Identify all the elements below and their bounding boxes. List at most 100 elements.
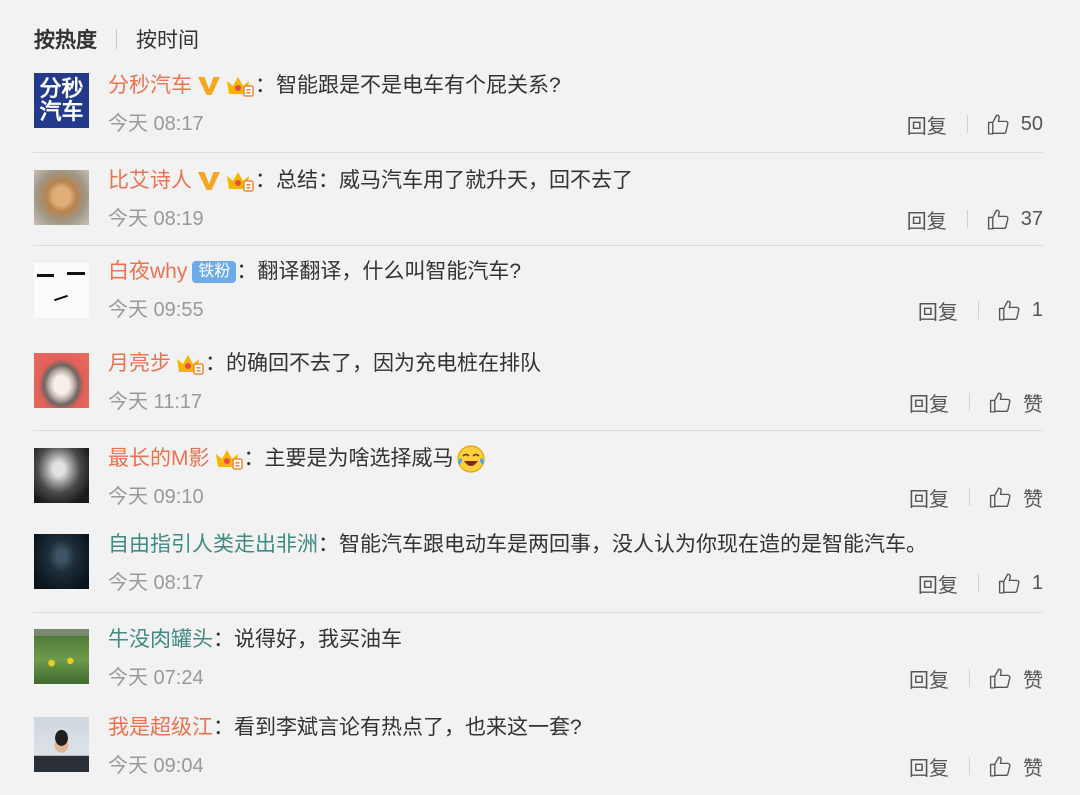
comment-item: 我是超级江 ： 看到李斌言论有热点了，也来这一套? 今天 09:04 回复 赞 (0, 715, 1080, 781)
member-crown-icon[interactable] (175, 352, 205, 376)
tab-sort-by-hot[interactable]: 按热度 (34, 24, 97, 54)
action-divider (977, 574, 979, 592)
verified-v-icon (197, 75, 221, 97)
like-button[interactable]: 1 (997, 298, 1043, 323)
reply-button[interactable]: 回复 (909, 483, 949, 512)
like-label: 赞 (1023, 669, 1043, 692)
action-divider (969, 488, 970, 506)
thumbs-up-icon (988, 754, 1013, 779)
like-button[interactable]: 50 (986, 112, 1043, 137)
username-link[interactable]: 白夜why (108, 259, 187, 285)
reply-button[interactable]: 回复 (907, 110, 947, 139)
thumbs-up-icon (997, 298, 1022, 323)
tab-sort-by-time[interactable]: 按时间 (136, 24, 199, 54)
member-crown-icon[interactable] (225, 74, 255, 98)
comment-text: 主要是为啥选择威马 (264, 447, 454, 470)
thumbs-up-icon (988, 390, 1013, 415)
username-link[interactable]: 月亮步 (108, 351, 171, 377)
username-link[interactable]: 牛没肉罐头 (108, 627, 213, 653)
avatar-logo-text: 汽车 (39, 99, 84, 124)
avatar[interactable] (34, 263, 89, 318)
avatar-mark (37, 274, 54, 277)
comment-text: 的确回不去了，因为充电桩在排队 (226, 352, 541, 375)
username-link[interactable]: 自由指引人类走出非洲 (108, 532, 318, 558)
colon-separator: ： (243, 447, 265, 470)
like-label: 赞 (1023, 393, 1043, 416)
avatar[interactable] (34, 534, 89, 589)
like-count: 50 (1020, 112, 1043, 135)
avatar[interactable] (34, 629, 89, 684)
avatar[interactable] (34, 448, 89, 503)
comment-content: 月亮步 ： 的确回不去了，因为充电桩在排队 (108, 351, 541, 377)
avatar[interactable] (34, 170, 89, 225)
comment-content: 白夜why 铁粉 ： 翻译翻译，什么叫智能汽车? (108, 259, 521, 285)
comment-actions: 回复 赞 (909, 752, 1043, 781)
reply-button[interactable]: 回复 (909, 388, 949, 417)
comment-text: 看到李斌言论有热点了，也来这一套? (234, 716, 582, 739)
thumbs-up-icon (986, 112, 1011, 137)
like-button[interactable]: 1 (997, 571, 1043, 596)
comment-content: 分秒汽车 ： 智能跟是不是电车有个屁关系? (108, 73, 561, 99)
comment-text: 翻译翻译，什么叫智能汽车? (257, 260, 522, 283)
avatar-mark (67, 272, 85, 275)
avatar-mark (54, 294, 68, 302)
reply-button[interactable]: 回复 (918, 296, 958, 325)
username-link[interactable]: 比艾诗人 (108, 168, 192, 194)
colon-separator: ： (255, 74, 276, 97)
comment-content: 最长的M影 ： 主要是为啥选择威马 (108, 443, 487, 475)
colon-separator: ： (236, 260, 258, 283)
comment-content: 牛没肉罐头 ： 说得好，我买油车 (108, 627, 402, 653)
comment-actions: 回复 37 (907, 205, 1043, 234)
comment-time: 今天 08:17 (108, 113, 204, 135)
username-link[interactable]: 最长的M影 (108, 446, 210, 472)
reply-button[interactable]: 回复 (918, 569, 958, 598)
colon-separator: ： (255, 169, 276, 192)
comment-time: 今天 08:17 (108, 572, 204, 594)
member-crown-icon[interactable] (225, 169, 255, 193)
comment-item: 最长的M影 ： 主要是为啥选择威马 今天 09:10 回复 赞 (0, 443, 1080, 512)
fan-badge[interactable]: 铁粉 (192, 261, 237, 283)
verified-v-icon (197, 170, 221, 192)
comment-divider (33, 612, 1043, 613)
like-label: 赞 (1023, 488, 1043, 511)
thumbs-up-icon (986, 207, 1011, 232)
comment-item: 牛没肉罐头 ： 说得好，我买油车 今天 07:24 回复 赞 (0, 627, 1080, 693)
tab-divider (116, 29, 117, 49)
like-button[interactable]: 赞 (988, 388, 1043, 417)
colon-separator: ： (318, 533, 339, 556)
avatar[interactable] (34, 353, 89, 408)
comment-text: 智能汽车跟电动车是两回事，没人认为你现在造的是智能汽车。 (339, 533, 927, 556)
username-link[interactable]: 我是超级江 (108, 715, 213, 741)
username-link[interactable]: 分秒汽车 (108, 73, 192, 99)
reply-button[interactable]: 回复 (907, 205, 947, 234)
thumbs-up-icon (988, 485, 1013, 510)
action-divider (969, 393, 970, 411)
comment-actions: 回复 50 (907, 110, 1043, 139)
laughing-tears-icon (455, 443, 487, 475)
comment-divider (33, 152, 1043, 153)
member-crown-icon[interactable] (214, 447, 244, 471)
comment-actions: 回复 赞 (909, 483, 1043, 512)
avatar[interactable]: 分秒 汽车 (34, 73, 89, 128)
like-button[interactable]: 37 (986, 207, 1043, 232)
action-divider (966, 210, 968, 228)
action-divider (969, 669, 970, 687)
reply-button[interactable]: 回复 (909, 752, 949, 781)
like-button[interactable]: 赞 (988, 664, 1043, 693)
colon-separator: ： (213, 716, 234, 739)
comment-text: 说得好，我买油车 (234, 628, 402, 651)
action-divider (969, 757, 970, 775)
comment-divider (33, 430, 1043, 431)
reply-button[interactable]: 回复 (909, 664, 949, 693)
comment-item: 分秒 汽车 分秒汽车 ： 智能跟是不是电车有个屁关系? 今天 08:17 回复 … (0, 73, 1080, 139)
comment-actions: 回复 赞 (909, 388, 1043, 417)
like-count: 37 (1020, 207, 1043, 230)
comment-divider (33, 245, 1043, 246)
like-button[interactable]: 赞 (988, 483, 1043, 512)
like-button[interactable]: 赞 (988, 752, 1043, 781)
comment-actions: 回复 1 (918, 569, 1043, 598)
like-label: 赞 (1023, 757, 1043, 780)
comment-time: 今天 09:04 (108, 755, 204, 777)
comment-item: 月亮步 ： 的确回不去了，因为充电桩在排队 今天 11:17 回复 赞 (0, 351, 1080, 417)
avatar[interactable] (34, 717, 89, 772)
